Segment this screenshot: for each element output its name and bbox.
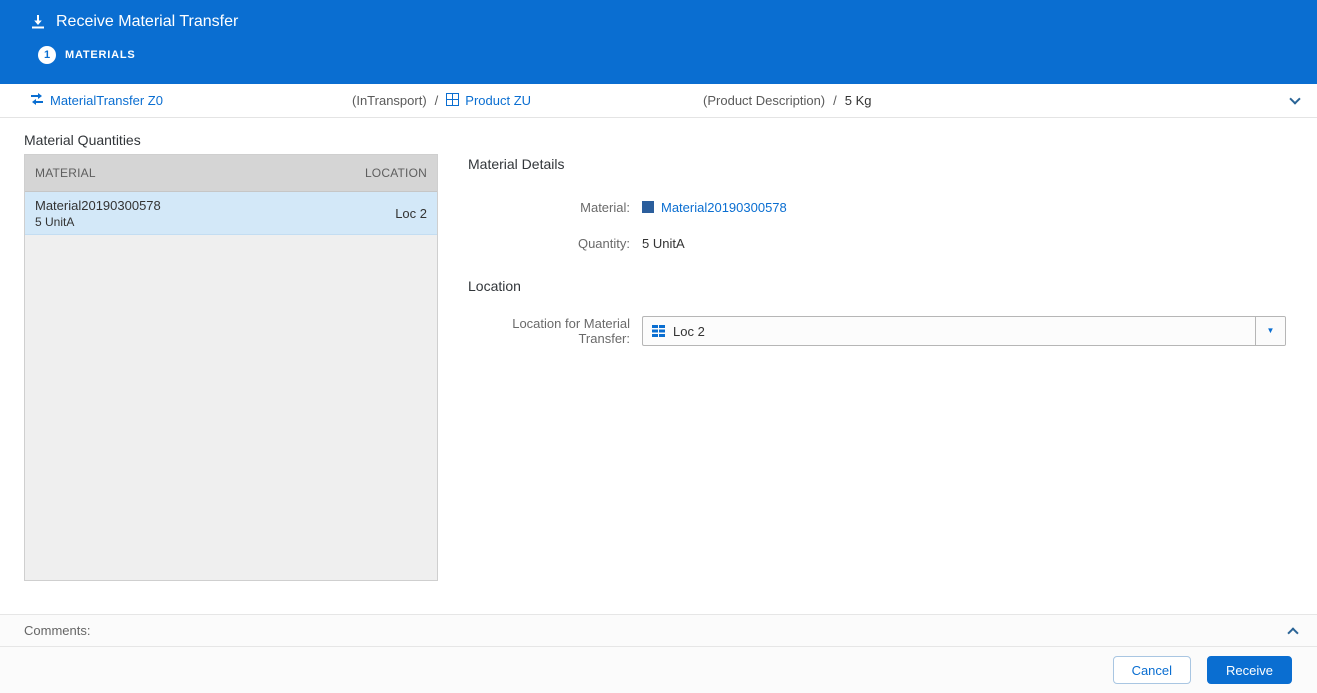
location-title: Location	[468, 278, 521, 294]
chevron-up-icon[interactable]	[1287, 626, 1299, 639]
product-icon	[446, 92, 460, 109]
receive-icon	[30, 14, 46, 30]
wizard-step-materials[interactable]: 1 MATERIALS	[38, 46, 1317, 64]
material-link[interactable]: Material20190300578	[661, 200, 787, 215]
chevron-down-icon[interactable]	[1289, 93, 1301, 105]
material-quantities-title: Material Quantities	[24, 132, 141, 148]
material-transfer-link[interactable]: MaterialTransfer Z0	[50, 93, 163, 108]
material-swatch-icon	[642, 201, 654, 213]
receive-button[interactable]: Receive	[1207, 656, 1292, 684]
step-number-badge: 1	[38, 46, 56, 64]
receive-material-transfer-app: Receive Material Transfer 1 MATERIALS Ma…	[0, 0, 1317, 693]
header-quantity: 5 Kg	[844, 93, 872, 108]
app-header: Receive Material Transfer 1 MATERIALS	[0, 0, 1317, 84]
cancel-button[interactable]: Cancel	[1112, 656, 1192, 684]
material-quantities-table: MATERIAL LOCATION Material20190300578 5 …	[24, 154, 438, 581]
product-link[interactable]: Product ZU	[465, 93, 531, 108]
material-transfer-icon	[30, 92, 44, 109]
main-content: Material Quantities MATERIAL LOCATION Ma…	[0, 118, 1317, 614]
location-field-row: Location for Material Transfer: Loc 2 ▼	[468, 316, 1286, 346]
footer-toolbar: Cancel Receive	[0, 647, 1317, 693]
quantity-value: 5 UnitA	[642, 235, 685, 251]
location-grid-icon	[652, 325, 666, 337]
quantity-field-row: Quantity: 5 UnitA	[468, 234, 1286, 252]
material-details-panel: Material Details Material: Material20190…	[468, 156, 1286, 364]
page-title: Receive Material Transfer	[56, 13, 239, 30]
material-details-title: Material Details	[468, 156, 565, 172]
transfer-status: (InTransport)	[352, 93, 427, 108]
table-row[interactable]: Material20190300578 5 UnitA Loc 2	[25, 192, 437, 235]
chevron-down-icon: ▼	[1266, 326, 1275, 335]
material-field-row: Material: Material20190300578	[468, 198, 1286, 216]
column-header-material: MATERIAL	[35, 166, 96, 180]
comments-label: Comments:	[24, 623, 91, 638]
column-header-location: LOCATION	[364, 166, 427, 180]
comments-section[interactable]: Comments:	[0, 614, 1317, 647]
table-header-row: MATERIAL LOCATION	[25, 155, 437, 192]
row-material: Material20190300578	[35, 197, 161, 213]
step-label: MATERIALS	[65, 49, 136, 61]
separator: /	[434, 93, 439, 108]
dropdown-button[interactable]: ▼	[1255, 317, 1285, 345]
row-location: Loc 2	[395, 205, 427, 221]
location-combobox[interactable]: Loc 2 ▼	[642, 316, 1286, 346]
separator: /	[833, 93, 837, 108]
object-header-bar: MaterialTransfer Z0 (InTransport) / Prod…	[0, 84, 1317, 118]
material-label: Material:	[580, 199, 630, 215]
location-value: Loc 2	[673, 323, 705, 339]
row-quantity: 5 UnitA	[35, 214, 75, 229]
product-description: (Product Description)	[703, 93, 826, 108]
quantity-label: Quantity:	[577, 235, 630, 251]
location-field-label: Location for Material Transfer:	[512, 316, 630, 346]
